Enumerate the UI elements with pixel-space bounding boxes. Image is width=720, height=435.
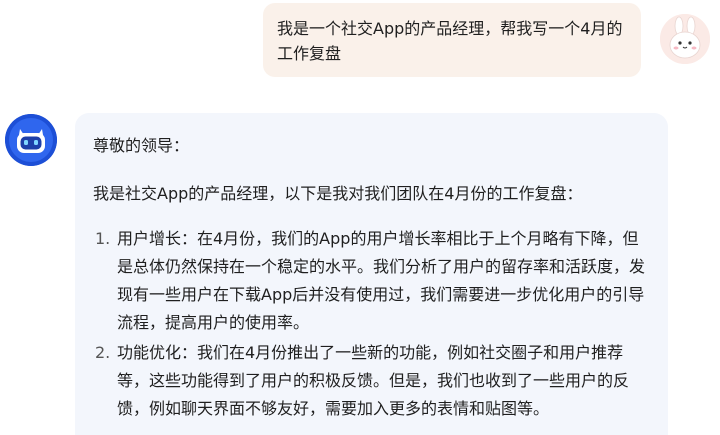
bot-message-bubble: 尊敬的领导： 我是社交App的产品经理，以下是我对我们团队在4月份的工作复盘： …	[75, 113, 668, 435]
user-message-bubble: 我是一个社交App的产品经理，帮我写一个4月的工作复盘	[263, 3, 641, 77]
list-item-number: 2.	[95, 343, 111, 362]
list-item-number: 1.	[95, 229, 111, 248]
reply-greeting: 尊敬的领导：	[93, 136, 190, 155]
chat-page: 我是一个社交App的产品经理，帮我写一个4月的工作复盘 尊敬的领导： 我是社交A…	[0, 0, 720, 435]
bunny-avatar-icon	[660, 14, 710, 64]
bot-avatar[interactable]	[5, 114, 57, 166]
reply-list-item: 1. 用户增长：在4月份，我们的App的用户增长率相比于上个月略有下降，但是总体…	[93, 225, 654, 337]
robot-avatar-icon	[5, 114, 57, 166]
reply-list-item: 2. 功能优化：我们在4月份推出了一些新的功能，例如社交圈子和用户推荐等，这些功…	[93, 339, 654, 423]
list-item-text: 功能优化：我们在4月份推出了一些新的功能，例如社交圈子和用户推荐等，这些功能得到…	[117, 343, 630, 418]
reply-list: 1. 用户增长：在4月份，我们的App的用户增长率相比于上个月略有下降，但是总体…	[93, 225, 654, 423]
user-avatar[interactable]	[660, 14, 710, 64]
user-message-text: 我是一个社交App的产品经理，帮我写一个4月的工作复盘	[277, 19, 623, 63]
reply-intro: 我是社交App的产品经理，以下是我对我们团队在4月份的工作复盘：	[93, 184, 583, 203]
list-item-text: 用户增长：在4月份，我们的App的用户增长率相比于上个月略有下降，但是总体仍然保…	[117, 229, 646, 332]
